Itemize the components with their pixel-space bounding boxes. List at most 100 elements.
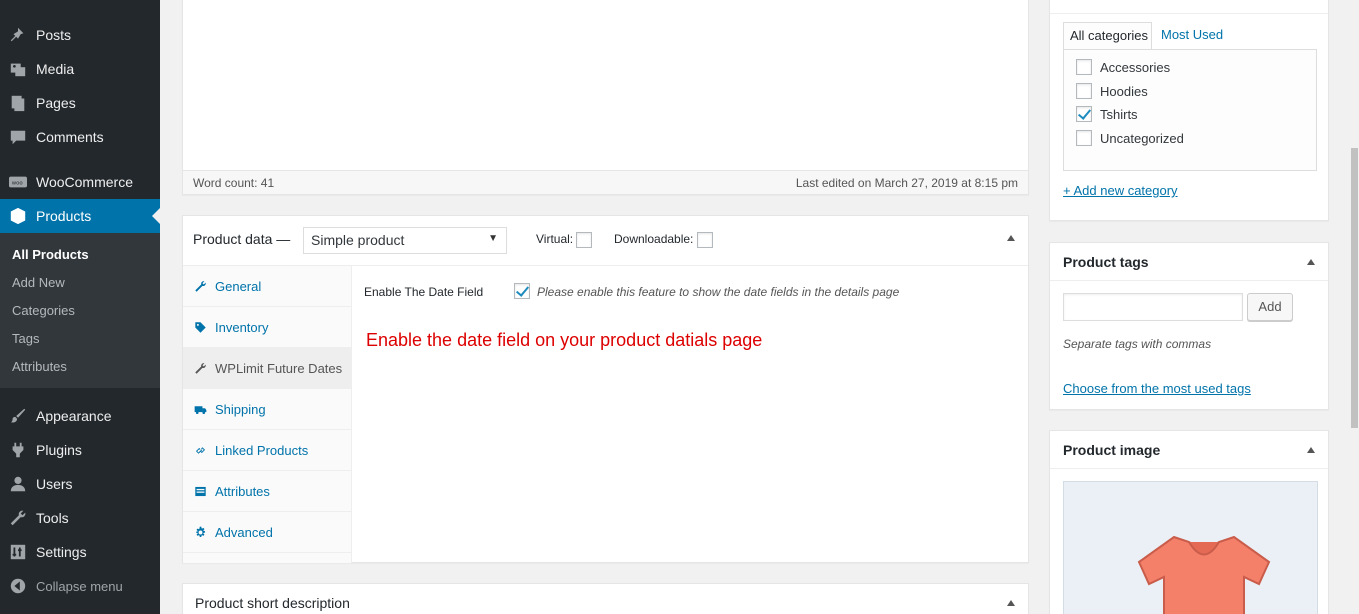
virtual-checkbox[interactable]: [576, 232, 593, 248]
collapse-icon: [9, 577, 27, 595]
tab-label: Shipping: [215, 401, 266, 417]
category-item[interactable]: Tshirts: [1076, 106, 1138, 122]
users-icon: [9, 475, 27, 493]
sidebar-item-label: Settings: [36, 544, 87, 560]
choose-most-used-tags-link[interactable]: Choose from the most used tags: [1063, 381, 1251, 396]
pushpin-icon: [9, 26, 27, 44]
admin-sidebar: Posts Media Pages Comments woo WooCommer…: [0, 0, 160, 614]
category-label: Tshirts: [1100, 106, 1138, 122]
truck-icon: [193, 402, 207, 416]
enable-date-field-checkbox[interactable]: [514, 283, 530, 299]
sidebar-item-media[interactable]: Media: [0, 52, 160, 86]
category-checkbox[interactable]: [1076, 130, 1092, 146]
header-divider: [1050, 13, 1328, 14]
sidebar-item-settings[interactable]: Settings: [0, 535, 160, 569]
settings-icon: [9, 543, 27, 561]
add-tag-button[interactable]: Add: [1247, 293, 1293, 321]
sidebar-item-label: Users: [36, 476, 73, 492]
paintbrush-icon: [9, 407, 27, 425]
tab-label: General: [215, 278, 262, 294]
category-label: Hoodies: [1100, 83, 1148, 99]
sidebar-item-posts[interactable]: Posts: [0, 18, 160, 52]
product-image-thumbnail[interactable]: [1063, 481, 1318, 614]
product-tags-box: Product tags Add Separate tags with comm…: [1049, 242, 1329, 410]
category-checkbox[interactable]: [1076, 59, 1092, 75]
tab-all-categories[interactable]: All categories: [1063, 22, 1152, 50]
product-data-box: Product data — Simple product ▼ Virtual:…: [182, 215, 1029, 563]
submenu-all-products[interactable]: All Products: [12, 247, 89, 262]
sidebar-item-pages[interactable]: Pages: [0, 86, 160, 120]
tab-linked-products[interactable]: Linked Products: [183, 430, 352, 471]
sidebar-item-label: Comments: [36, 129, 104, 145]
virtual-label: Virtual:: [536, 232, 574, 247]
editor-textarea[interactable]: [183, 0, 1028, 170]
wrench-icon: [193, 279, 207, 293]
sidebar-item-appearance[interactable]: Appearance: [0, 399, 160, 433]
toggle-panel-icon[interactable]: [1307, 447, 1315, 453]
enable-date-field-description: Please enable this feature to show the d…: [537, 285, 900, 299]
annotation-text: Enable the date field on your product da…: [366, 330, 763, 350]
word-count: Word count: 41: [193, 175, 275, 190]
product-image-box: Product image: [1049, 430, 1329, 614]
sidebar-item-plugins[interactable]: Plugins: [0, 433, 160, 467]
tab-inventory[interactable]: Inventory: [183, 307, 352, 348]
tab-advanced[interactable]: Advanced: [183, 512, 352, 553]
tag-input[interactable]: [1063, 293, 1243, 321]
tab-most-used[interactable]: Most Used: [1155, 22, 1229, 50]
submenu-attributes[interactable]: Attributes: [12, 359, 67, 374]
enable-date-field-label: Enable The Date Field: [364, 285, 484, 299]
woocommerce-icon: woo: [9, 173, 27, 191]
link-icon: [193, 443, 207, 457]
toggle-panel-icon[interactable]: [1307, 259, 1315, 265]
category-checkbox[interactable]: [1076, 106, 1092, 122]
category-item[interactable]: Uncategorized: [1076, 130, 1184, 146]
submenu-tags[interactable]: Tags: [12, 331, 39, 346]
dropdown-arrow-icon: ▼: [488, 233, 498, 244]
product-data-tabs: General Inventory WPLimit Future Dates S…: [183, 266, 352, 563]
downloadable-label: Downloadable:: [614, 232, 694, 247]
toggle-panel-icon[interactable]: [1007, 600, 1015, 606]
tab-shipping[interactable]: Shipping: [183, 389, 352, 430]
sidebar-item-tools[interactable]: Tools: [0, 501, 160, 535]
content-editor: Word count: 41 Last edited on March 27, …: [182, 0, 1029, 195]
toggle-panel-icon[interactable]: [1007, 235, 1015, 241]
tab-attributes[interactable]: Attributes: [183, 471, 352, 512]
sidebar-item-label: Pages: [36, 95, 76, 111]
category-checklist: Accessories Hoodies Tshirts Uncategorize…: [1063, 49, 1317, 171]
wrench-icon: [9, 509, 27, 527]
tab-general[interactable]: General: [183, 266, 352, 307]
sidebar-item-woocommerce[interactable]: woo WooCommerce: [0, 165, 160, 199]
add-new-category-link[interactable]: + Add new category: [1063, 183, 1178, 198]
page-scrollbar-thumb[interactable]: [1351, 148, 1358, 428]
product-image-title: Product image: [1063, 442, 1161, 458]
sidebar-item-products[interactable]: Products: [0, 199, 160, 233]
category-item[interactable]: Hoodies: [1076, 83, 1148, 99]
downloadable-option: Downloadable:: [614, 232, 713, 248]
media-icon: [9, 60, 27, 78]
sidebar-item-label: Media: [36, 61, 75, 77]
virtual-option: Virtual:: [536, 232, 593, 248]
tab-label: Attributes: [215, 483, 270, 499]
sidebar-item-label: Posts: [36, 27, 72, 43]
sidebar-item-comments[interactable]: Comments: [0, 120, 160, 154]
product-type-select[interactable]: Simple product ▼: [303, 227, 507, 254]
sidebar-item-label: Appearance: [36, 408, 112, 424]
category-item[interactable]: Accessories: [1076, 59, 1170, 75]
collapse-menu-button[interactable]: Collapse menu: [0, 569, 160, 603]
wrench-icon: [193, 361, 207, 375]
submenu-add-new[interactable]: Add New: [12, 275, 65, 290]
tag-icon: [193, 320, 207, 334]
products-submenu: All Products Add New Categories Tags Att…: [0, 233, 160, 388]
category-label: Uncategorized: [1100, 130, 1184, 146]
downloadable-checkbox[interactable]: [696, 232, 713, 248]
sidebar-item-label: Plugins: [36, 442, 82, 458]
short-description-box: Product short description: [182, 583, 1029, 614]
submenu-categories[interactable]: Categories: [12, 303, 75, 318]
editor-status-bar: Word count: 41 Last edited on March 27, …: [183, 170, 1028, 194]
tab-wplimit-future-dates[interactable]: WPLimit Future Dates: [183, 348, 352, 389]
products-icon: [9, 207, 27, 225]
sidebar-item-users[interactable]: Users: [0, 467, 160, 501]
category-checkbox[interactable]: [1076, 83, 1092, 99]
product-data-header: Product data — Simple product ▼ Virtual:…: [183, 216, 1028, 266]
product-type-value: Simple product: [311, 232, 405, 248]
